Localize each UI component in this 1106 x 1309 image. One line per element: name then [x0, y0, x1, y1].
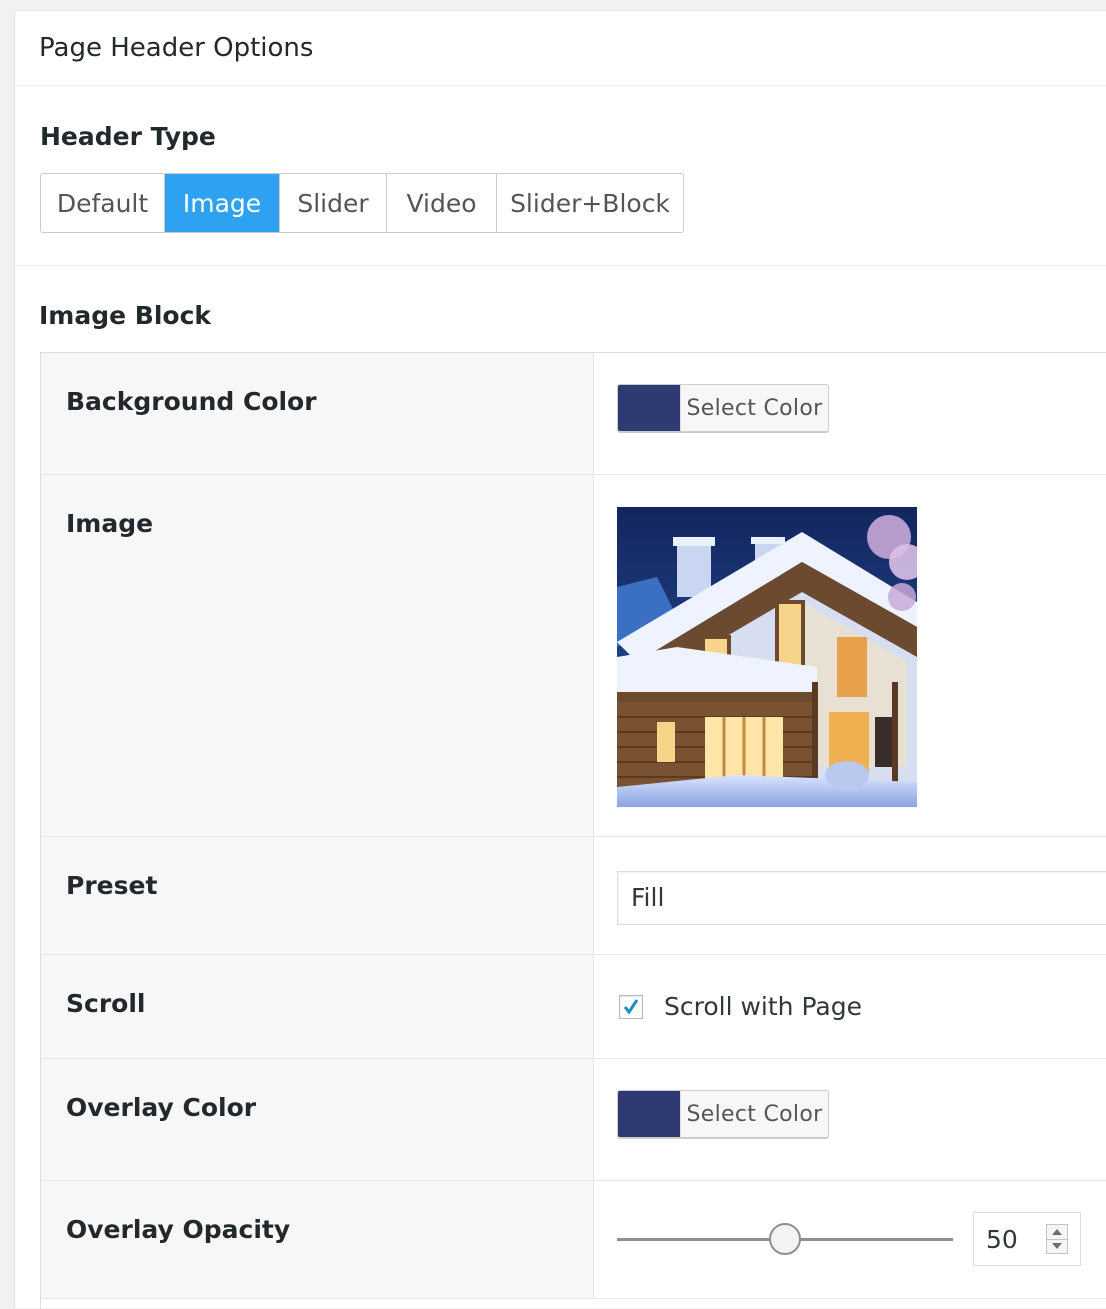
select-color-label: Select Color — [680, 385, 828, 431]
background-color-picker-button[interactable]: Select Color — [617, 384, 829, 432]
overlay-color-picker-button[interactable]: Select Color — [617, 1090, 829, 1138]
label-cell: Image — [41, 475, 594, 836]
label-cell: Scroll — [41, 955, 594, 1058]
header-type-label: Header Type — [40, 122, 216, 151]
opacity-value: 50 — [986, 1225, 1018, 1254]
title-divider — [15, 85, 1106, 86]
panel-title: Page Header Options — [39, 33, 314, 63]
opacity-spinner[interactable] — [1046, 1224, 1068, 1254]
preset-row: Preset Fill — [41, 837, 1106, 955]
image-block-label: Image Block — [39, 301, 212, 330]
field-cell: Select Color — [594, 1059, 1106, 1180]
tab-slider[interactable]: Slider — [280, 174, 387, 232]
field-cell: 50 — [594, 1181, 1106, 1298]
scroll-with-page-label[interactable]: Scroll with Page — [664, 992, 862, 1021]
select-color-label: Select Color — [680, 1091, 828, 1137]
spin-up-icon[interactable] — [1047, 1225, 1067, 1240]
scroll-label: Scroll — [66, 989, 146, 1018]
background-color-label: Background Color — [66, 387, 317, 416]
scroll-row: Scroll Scroll with Page — [41, 955, 1106, 1059]
background-color-row: Background Color Select Color — [41, 353, 1106, 475]
header-image-thumbnail[interactable] — [617, 507, 917, 807]
label-cell: Background Color — [41, 353, 594, 474]
field-cell — [594, 475, 1106, 836]
spin-down-icon[interactable] — [1047, 1239, 1067, 1253]
label-cell: Overlay Opacity — [41, 1181, 594, 1298]
checkmark-icon — [623, 999, 639, 1015]
overlay-opacity-label: Overlay Opacity — [66, 1215, 291, 1244]
tab-video[interactable]: Video — [387, 174, 497, 232]
header-type-tabs: Default Image Slider Video Slider+Block — [40, 173, 684, 233]
preset-select[interactable]: Fill — [617, 871, 1106, 925]
preset-value: Fill — [631, 883, 665, 912]
field-cell: Fill — [594, 837, 1106, 954]
overlay-color-swatch — [618, 1091, 680, 1137]
field-cell: Scroll with Page — [594, 955, 1106, 1058]
chalet-image — [617, 507, 917, 807]
label-cell: Preset — [41, 837, 594, 954]
tab-slider-block[interactable]: Slider+Block — [497, 174, 683, 232]
label-cell: Overlay Color — [41, 1059, 594, 1180]
overlay-opacity-row: Overlay Opacity 50 — [41, 1181, 1106, 1299]
preset-label: Preset — [66, 871, 158, 900]
opacity-number-input[interactable]: 50 — [973, 1212, 1081, 1266]
section-divider — [15, 265, 1106, 266]
page-header-options-panel: Page Header Options Header Type Default … — [14, 10, 1106, 1309]
image-row: Image — [41, 475, 1106, 837]
background-color-swatch — [618, 385, 680, 431]
overlay-color-row: Overlay Color Select Color — [41, 1059, 1106, 1181]
field-cell: Select Color — [594, 353, 1106, 474]
image-block-options-table: Background Color Select Color Image Pres… — [40, 352, 1106, 1309]
overlay-color-label: Overlay Color — [66, 1093, 257, 1122]
tab-image[interactable]: Image — [165, 174, 280, 232]
scroll-with-page-checkbox[interactable] — [619, 995, 643, 1019]
tab-default[interactable]: Default — [41, 174, 165, 232]
opacity-slider-handle[interactable] — [769, 1223, 801, 1255]
image-label: Image — [66, 509, 154, 538]
